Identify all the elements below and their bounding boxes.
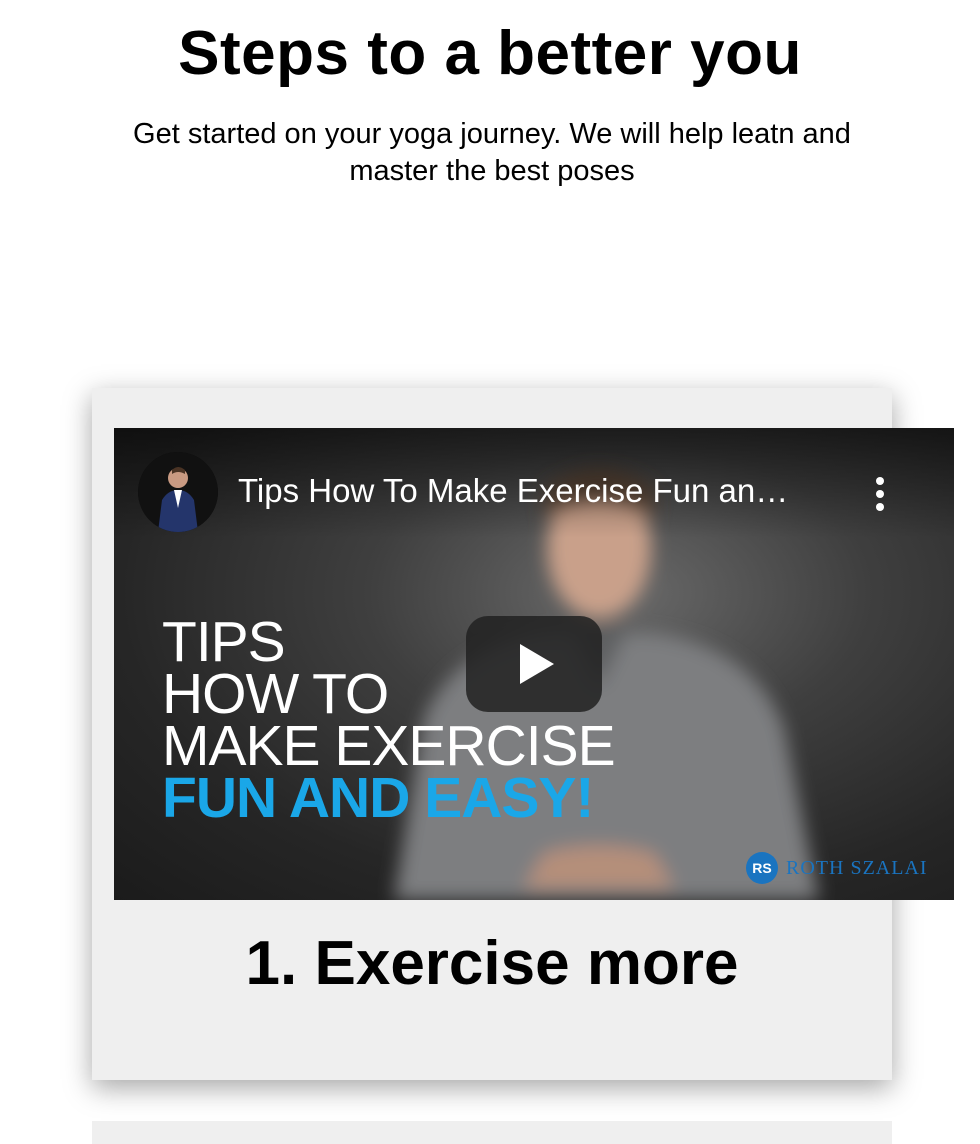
more-vertical-icon[interactable] [870,474,890,514]
video-player[interactable]: Tips How To Make Exercise Fun an… TIPS H… [114,428,954,900]
channel-watermark: RS ROTH SZALAI [746,852,928,884]
page-title: Steps to a better you [178,19,802,88]
play-icon [520,644,554,684]
step-title: 1. Exercise more [245,929,739,998]
page-subtitle: Get started on your yoga journey. We wil… [133,118,851,187]
video-title[interactable]: Tips How To Make Exercise Fun an… [238,472,838,510]
channel-avatar[interactable] [138,452,218,532]
channel-avatar-image [138,452,218,532]
watermark-badge: RS [746,852,778,884]
watermark-name: ROTH SZALAI [786,856,928,879]
page: Steps to a better you Get started on you… [0,0,980,1144]
step-card-next [92,1121,892,1144]
play-button[interactable] [466,616,602,712]
thumbnail-line-3: MAKE EXERCISE [162,714,616,778]
thumbnail-line-4: FUN AND EASY! [162,766,594,830]
